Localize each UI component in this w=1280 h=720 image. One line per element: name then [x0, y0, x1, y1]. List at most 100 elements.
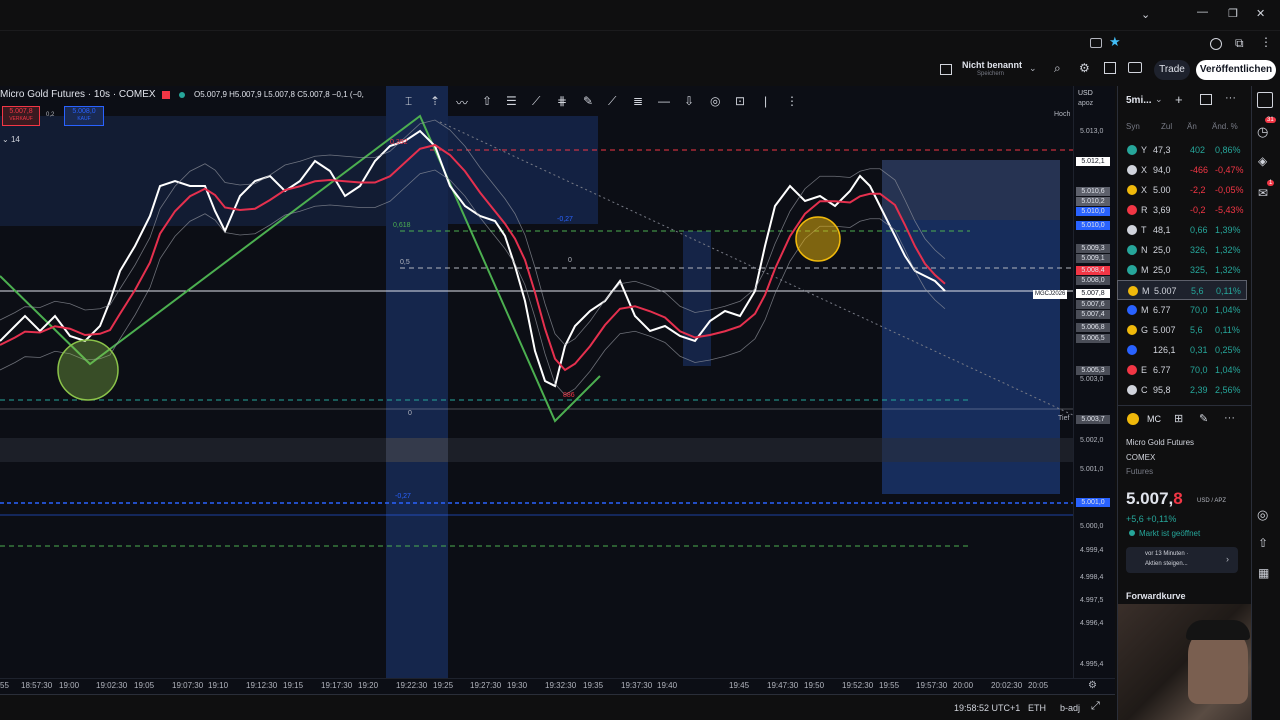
buy-button[interactable]: 5.008,0 KAUF	[64, 106, 104, 126]
column-change-pct[interactable]: Änd. %	[1212, 122, 1238, 131]
watchlist-row[interactable]: X 5.00 -2,2 -0,05%	[1117, 180, 1247, 200]
unit-label[interactable]: apoz	[1078, 100, 1093, 107]
watchlist-change: 402	[1190, 145, 1206, 155]
gear-icon[interactable]: ⚙	[1088, 680, 1097, 691]
watchlist-row[interactable]: 126,1 0,31 0,25%	[1117, 340, 1247, 360]
divider	[1117, 405, 1251, 406]
watchlist-row[interactable]: M 5.007 5,6 0,11%	[1117, 280, 1247, 300]
up-icon[interactable]: ⇧	[1258, 536, 1268, 550]
watchlist-row[interactable]: G 5.007 5,6 0,11%	[1117, 320, 1247, 340]
target-icon[interactable]: ◎	[1257, 507, 1268, 523]
time-tick: 19:17:30	[321, 681, 353, 690]
gear-icon[interactable]: ⚙	[1079, 61, 1090, 75]
save-icon[interactable]	[1090, 38, 1102, 48]
trade-button[interactable]: Trade	[1154, 60, 1190, 80]
close-icon[interactable]: ✕	[1256, 7, 1265, 20]
crop-icon[interactable]: ⊡	[735, 94, 745, 108]
layout-icon[interactable]	[1200, 94, 1212, 105]
watchlist-row[interactable]: M 6.77 70,0 1,04%	[1117, 300, 1247, 320]
layers-icon[interactable]: ◈	[1258, 154, 1267, 168]
column-change[interactable]: Än	[1187, 122, 1197, 131]
search-icon[interactable]: ⌕	[1054, 61, 1061, 76]
watchlist-row[interactable]: M 25,0 325, 1,32%	[1117, 260, 1247, 280]
indicator-legend[interactable]: ⌄ 14	[2, 135, 20, 144]
clock-time[interactable]: 19:58:52 UTC+1	[954, 703, 1020, 713]
detail-ticker[interactable]: MC	[1147, 414, 1161, 424]
alert-clock-icon[interactable]: ◷	[1257, 124, 1268, 140]
brush-icon[interactable]: ⟋	[532, 94, 540, 109]
chevron-right-icon[interactable]: ›	[1226, 554, 1229, 564]
forward-curve-title[interactable]: Forwardkurve	[1126, 591, 1186, 601]
session-label[interactable]: ETH	[1028, 703, 1046, 713]
layout-name[interactable]: Nicht benannt	[962, 60, 1022, 70]
watchlist-row[interactable]: C 95,8 2,39 2,56%	[1117, 380, 1247, 400]
column-last[interactable]: Zul	[1161, 122, 1172, 131]
detail-name[interactable]: Micro Gold Futures	[1126, 438, 1194, 447]
text-cursor-icon[interactable]: ⌶	[405, 94, 412, 109]
detail-price-last: 8	[1173, 489, 1183, 508]
watchlist-row[interactable]: E 6.77 70,0 1,04%	[1117, 360, 1247, 380]
minimize-icon[interactable]: —	[1197, 6, 1208, 18]
cursor-icon[interactable]: ⇡	[430, 94, 440, 108]
calendar-icon[interactable]: ▦	[1258, 566, 1269, 580]
more-tools-icon[interactable]: ⋮	[786, 94, 798, 108]
watchlist-change: 325,	[1190, 265, 1208, 275]
watchlist-row[interactable]: N 25,0 326, 1,32%	[1117, 240, 1247, 260]
lines-icon[interactable]: ☰	[506, 94, 517, 108]
chat-icon[interactable]: ✉	[1258, 186, 1268, 200]
grid-icon[interactable]: ⊞	[1174, 412, 1183, 425]
ruler-icon[interactable]: ⟋	[608, 94, 616, 109]
menu-icon[interactable]: ⋮	[1260, 35, 1272, 49]
time-tick: 18:57:30	[21, 681, 53, 690]
watchlist-change-pct: -0,05%	[1215, 185, 1244, 195]
news-card[interactable]: vor 13 Minuten · Aktien steigen... ›	[1126, 547, 1238, 573]
price-label: 5.010,6	[1076, 187, 1110, 196]
chart-pane[interactable]: 0,618 0,5 0 -0,27 -0,27 0 886 0,392	[0, 86, 1115, 694]
chevron-down-icon[interactable]: ⌄	[2, 135, 9, 144]
vertical-line-icon[interactable]: |	[764, 94, 767, 108]
detail-type: Futures	[1126, 467, 1154, 476]
watchlist-row[interactable]: R 3,69 -0,2 -5,43%	[1117, 200, 1247, 220]
watchlist-last: 6.77	[1153, 365, 1171, 375]
time-tick: 19:30	[507, 681, 528, 690]
fullscreen-icon[interactable]	[1104, 62, 1116, 74]
watchlist-icon[interactable]	[1257, 92, 1273, 108]
time-tick: 20:05	[1028, 681, 1049, 690]
channel-icon[interactable]: ⋕	[557, 94, 567, 108]
arrow-up-icon[interactable]: ⇧	[482, 94, 492, 108]
chevron-down-icon[interactable]: ⌄	[1155, 94, 1163, 105]
chevron-down-icon[interactable]: ⌄	[1029, 63, 1037, 74]
extension-icon[interactable]: ⧉	[1235, 36, 1244, 51]
settings-lines-icon[interactable]: ≣	[633, 94, 643, 108]
camera-icon[interactable]	[1128, 62, 1142, 73]
horizontal-line-icon[interactable]: —	[658, 94, 670, 108]
trend-icon[interactable]: 〰	[456, 94, 468, 111]
price-chart[interactable]: 0,618 0,5 0 -0,27 -0,27 0 886 0,392	[0, 86, 1115, 694]
adjustment-label[interactable]: b-adj	[1060, 703, 1080, 713]
arrow-down-icon[interactable]: ⇩	[684, 94, 694, 108]
edit-icon[interactable]: ✎	[1199, 412, 1208, 425]
star-icon[interactable]: ★	[1109, 34, 1121, 50]
expand-icon[interactable]: ⤢	[1091, 700, 1100, 713]
sell-button[interactable]: 5.007,8 VERKAUF	[2, 106, 40, 126]
restore-icon[interactable]: ❐	[1228, 7, 1238, 20]
symbol-title[interactable]: Micro Gold Futures · 10s · COMEX	[0, 89, 156, 101]
more-icon[interactable]: ···	[1225, 92, 1236, 104]
pencil-icon[interactable]: ✎	[583, 94, 593, 108]
currency-label[interactable]: USD	[1078, 90, 1093, 97]
account-icon[interactable]	[1210, 38, 1222, 50]
watchlist-row[interactable]: X 94,0 -466 -0,47%	[1117, 160, 1247, 180]
target-icon[interactable]: ◎	[710, 94, 720, 108]
flag-icon[interactable]	[162, 91, 170, 99]
add-icon[interactable]: +	[1175, 92, 1183, 107]
watchlist-row[interactable]: T 48,1 0,66 1,39%	[1117, 220, 1247, 240]
layout-grid-icon[interactable]	[940, 64, 952, 75]
more-icon[interactable]: ···	[1224, 412, 1235, 424]
publish-button[interactable]: Veröffentlichen	[1196, 60, 1276, 80]
column-symbol[interactable]: Syn	[1126, 122, 1140, 131]
watchlist-last: 5.007	[1154, 286, 1177, 296]
symbol-logo-icon	[1127, 305, 1137, 315]
watchlist-title[interactable]: 5mi...	[1126, 95, 1152, 106]
chevron-down-icon[interactable]: ⌄	[1141, 8, 1150, 21]
watchlist-row[interactable]: Y 47,3 402 0,86%	[1117, 140, 1247, 160]
